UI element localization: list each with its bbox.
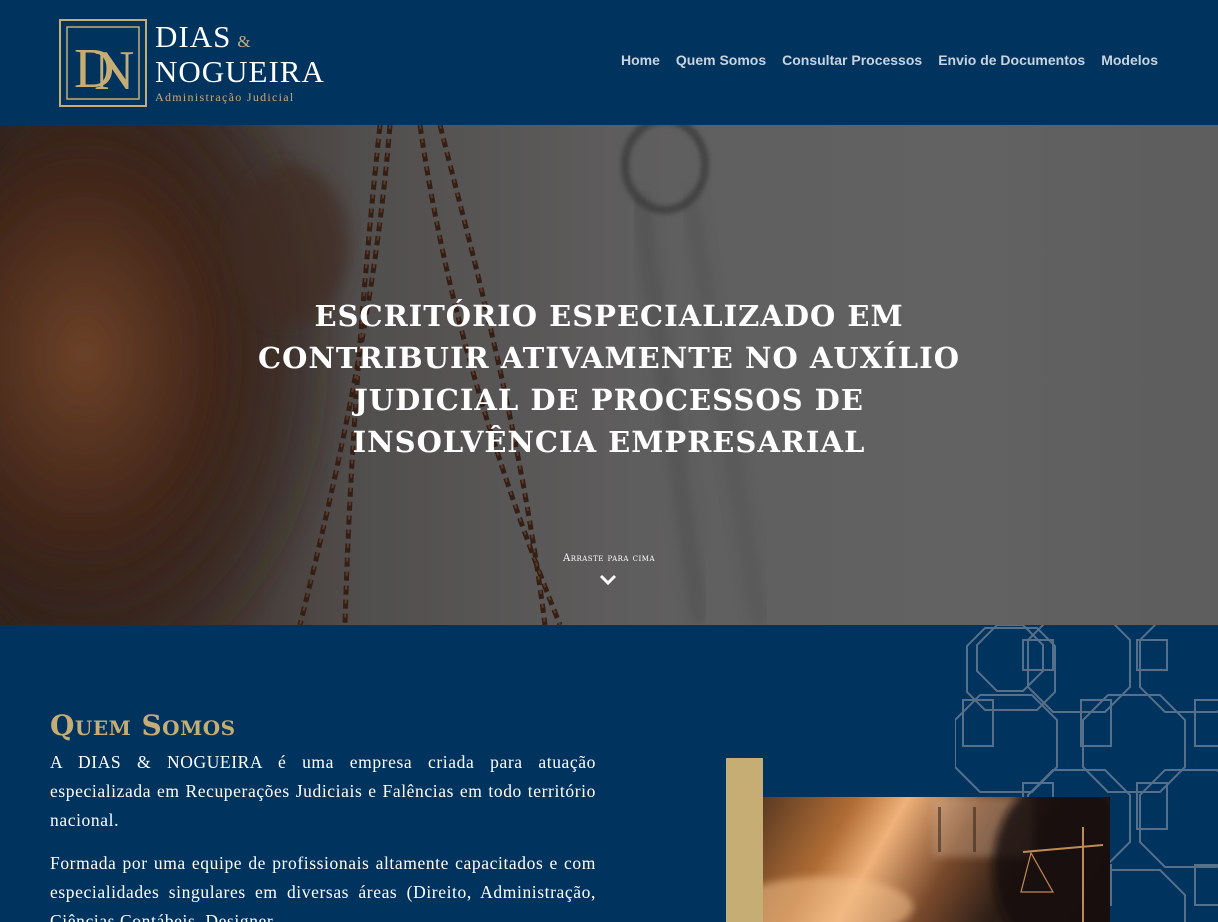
about-text: A DIAS & NOGUEIRA é uma empresa criada p…	[50, 748, 596, 922]
about-paragraph: Formada por uma equipe de profissionais …	[50, 853, 596, 922]
hero-title: Escritório especializado em contribuir a…	[258, 299, 960, 459]
nav-consultar-processos[interactable]: Consultar Processos	[782, 52, 922, 68]
about-paragraph: A DIAS & NOGUEIRA é uma empresa criada p…	[50, 752, 596, 830]
gold-accent-block	[726, 758, 763, 922]
brand-line1: DIAS	[155, 19, 232, 54]
brand-ampersand: &	[237, 32, 252, 51]
nav-modelos[interactable]: Modelos	[1101, 52, 1158, 68]
about-title: Quem Somos	[50, 709, 236, 742]
nav-home[interactable]: Home	[621, 52, 660, 68]
brand-line2: NOGUEIRA	[155, 54, 325, 89]
svg-text:N: N	[94, 40, 134, 102]
main-nav: Home Quem Somos Consultar Processos Envi…	[621, 52, 1158, 68]
brand-logo[interactable]: D N DIAS & NOGUEIRA Administração Judicia…	[58, 17, 338, 109]
scales-photo-image	[763, 797, 1110, 922]
hero-section: Escritório especializado em contribuir a…	[0, 125, 1218, 625]
about-section: Quem Somos A DIAS & NOGUEIRA é uma empre…	[0, 625, 1218, 922]
brand-tagline: Administração Judicial	[155, 90, 295, 104]
scroll-label[interactable]: Arraste para cima	[0, 553, 1218, 564]
chevron-down-icon[interactable]	[598, 573, 618, 587]
about-photo	[763, 797, 1110, 922]
nav-quem-somos[interactable]: Quem Somos	[676, 52, 766, 68]
site-header: D N DIAS & NOGUEIRA Administração Judicia…	[0, 0, 1218, 125]
nav-envio-documentos[interactable]: Envio de Documentos	[938, 52, 1085, 68]
monogram-logo-icon: D N	[59, 19, 147, 107]
